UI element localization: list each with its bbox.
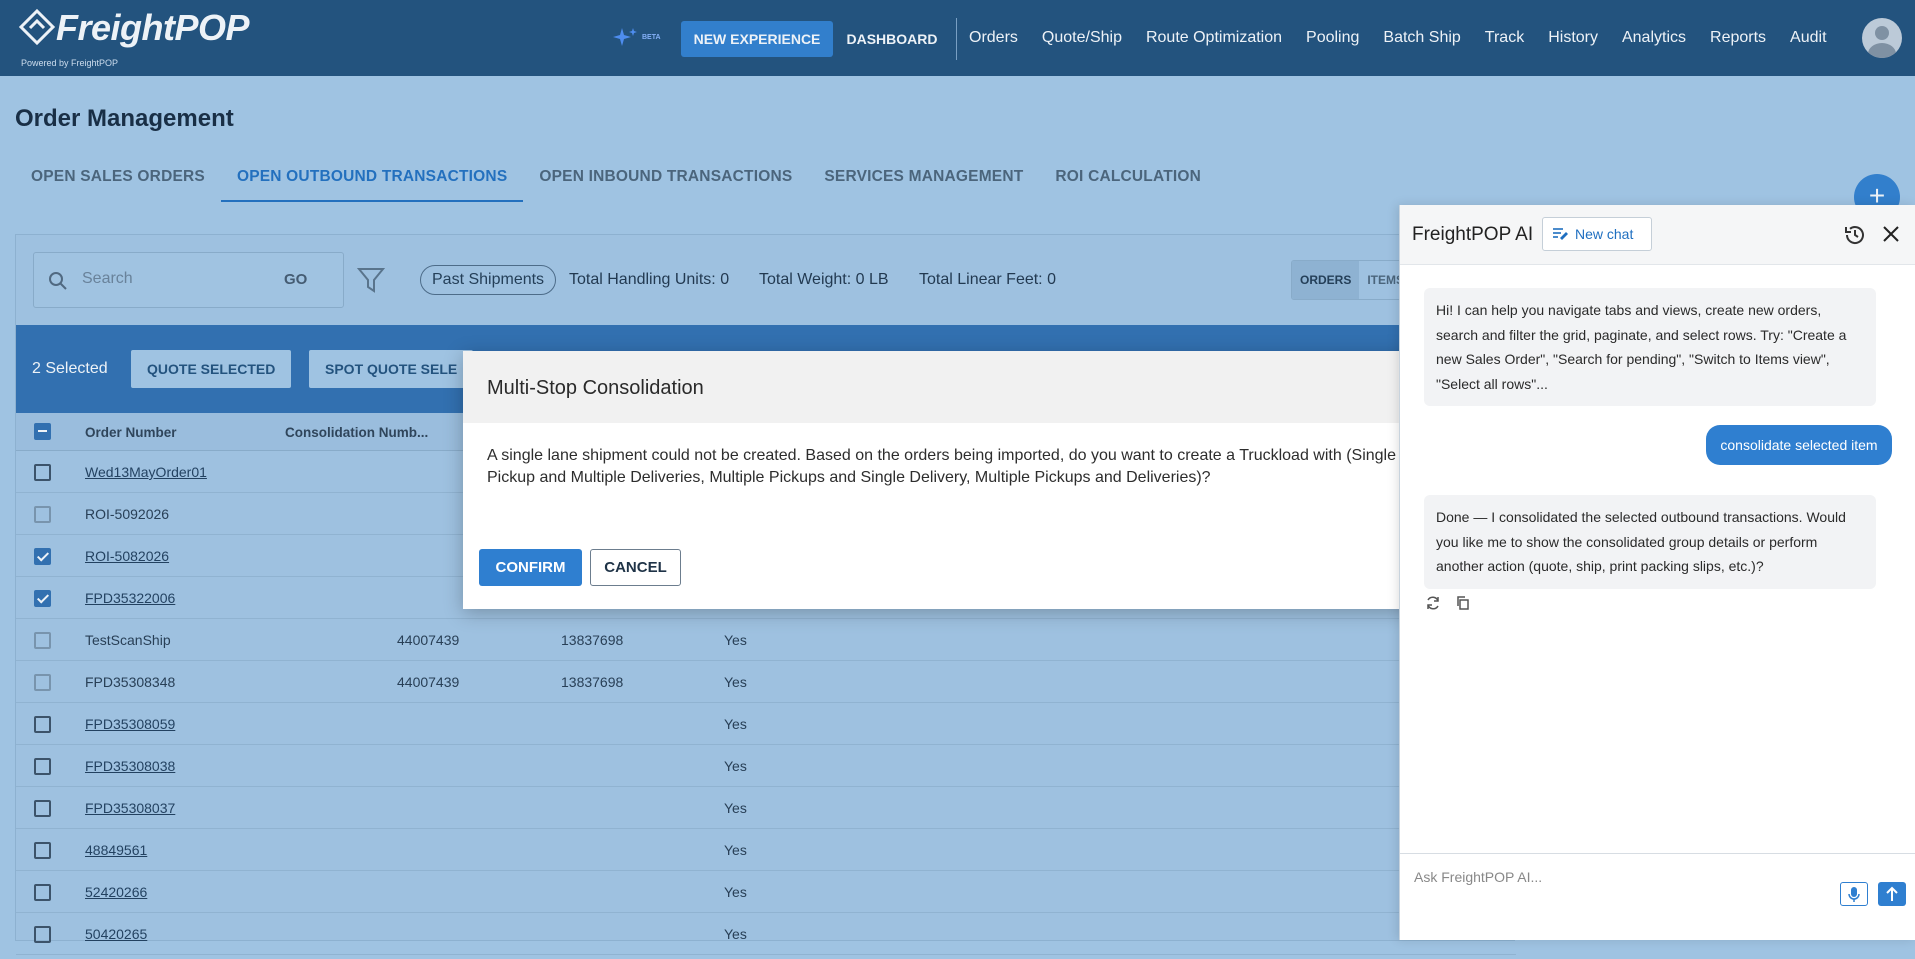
freightpop-ai-panel: FreightPOP AI New chat Hi! I can help yo… [1399,205,1915,940]
ai-input[interactable]: Ask FreightPOP AI... [1414,869,1542,885]
confirm-button[interactable]: CONFIRM [479,549,582,586]
mic-button[interactable] [1840,882,1868,906]
ai-panel-header: FreightPOP AI New chat [1400,205,1915,265]
ai-reply-message: Done — I consolidated the selected outbo… [1424,495,1876,589]
ai-greeting-message: Hi! I can help you navigate tabs and vie… [1424,288,1876,406]
regenerate-icon[interactable] [1425,595,1441,611]
cancel-button[interactable]: CANCEL [590,549,681,586]
new-chat-icon [1553,228,1568,240]
ai-panel-title: FreightPOP AI [1412,224,1534,245]
microphone-icon [1848,887,1860,902]
copy-icon[interactable] [1455,595,1471,611]
send-button[interactable] [1878,882,1906,906]
multi-stop-consolidation-dialog: Multi-Stop Consolidation A single lane s… [463,351,1463,609]
ai-input-area[interactable]: Ask FreightPOP AI... [1400,853,1915,940]
dialog-body: A single lane shipment could not be crea… [463,423,1463,511]
close-icon[interactable] [1880,223,1902,245]
new-chat-label: New chat [1575,226,1634,242]
history-icon[interactable] [1843,223,1867,247]
dialog-body-line1: A single lane shipment could not be crea… [487,447,1396,464]
dialog-body-line2: Pickup and Multiple Deliveries, Multiple… [487,469,1211,486]
dialog-title: Multi-Stop Consolidation [463,351,1463,423]
new-chat-button[interactable]: New chat [1542,217,1652,251]
user-message: consolidate selected item [1706,425,1892,465]
arrow-up-icon [1886,886,1898,901]
